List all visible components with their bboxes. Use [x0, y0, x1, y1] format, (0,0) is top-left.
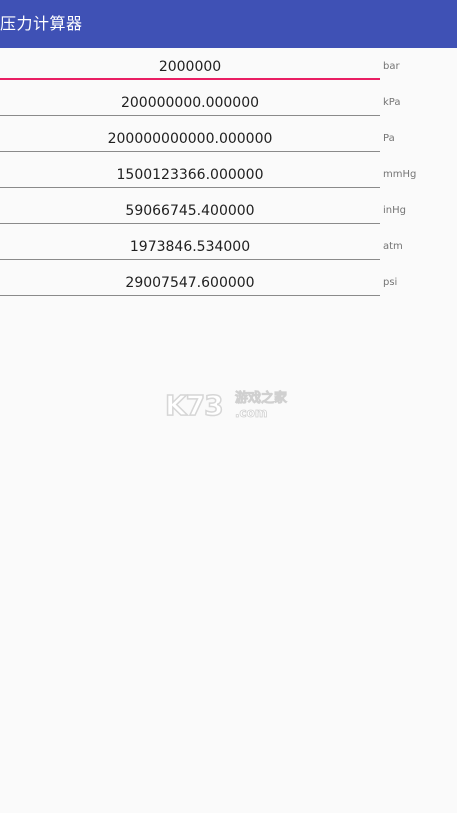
unit-label-inhg: inHg	[383, 205, 406, 216]
unit-label-mmhg: mmHg	[383, 169, 417, 180]
watermark-domain: .com	[235, 406, 268, 421]
unit-label-bar: bar	[383, 61, 400, 72]
unit-label-psi: psi	[383, 277, 398, 288]
mmhg-input[interactable]: 1500123366.000000	[0, 164, 380, 188]
watermark-tagline: 游戏之家	[235, 391, 288, 407]
row-pa: 200000000000.000000 Pa	[0, 120, 457, 156]
atm-input[interactable]: 1973846.534000	[0, 236, 380, 260]
watermark-brand: K73	[164, 389, 224, 423]
row-mmhg: 1500123366.000000 mmHg	[0, 156, 457, 192]
inhg-input[interactable]: 59066745.400000	[0, 200, 380, 224]
bar-input[interactable]: 2000000	[0, 56, 380, 80]
row-atm: 1973846.534000 atm	[0, 228, 457, 264]
row-bar: 2000000 bar	[0, 48, 457, 84]
converter-list: 2000000 bar 200000000.000000 kPa 2000000…	[0, 48, 457, 300]
watermark-logo: K73 游戏之家 .com	[164, 389, 295, 426]
kpa-input[interactable]: 200000000.000000	[0, 92, 380, 116]
row-inhg: 59066745.400000 inHg	[0, 192, 457, 228]
unit-label-pa: Pa	[383, 133, 395, 144]
app-bar: 压力计算器	[0, 0, 457, 48]
pa-input[interactable]: 200000000000.000000	[0, 128, 380, 152]
psi-input[interactable]: 29007547.600000	[0, 272, 380, 296]
unit-label-kpa: kPa	[383, 97, 401, 108]
app-title: 压力计算器	[0, 14, 83, 33]
unit-label-atm: atm	[383, 241, 403, 252]
row-kpa: 200000000.000000 kPa	[0, 84, 457, 120]
row-psi: 29007547.600000 psi	[0, 264, 457, 300]
